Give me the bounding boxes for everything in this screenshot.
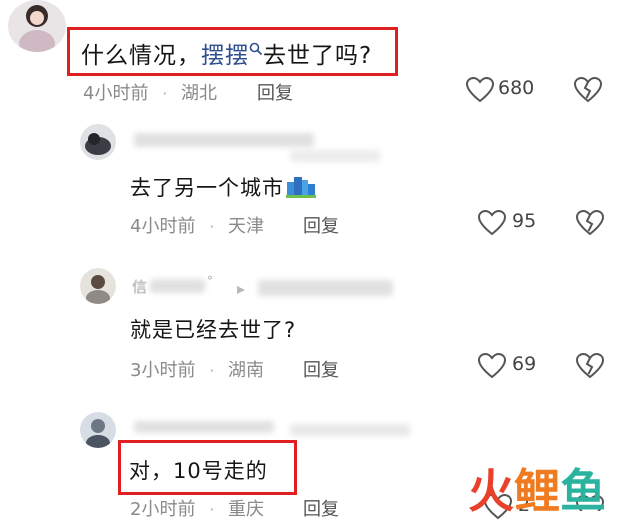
reply-button[interactable]: 回复 bbox=[257, 79, 293, 105]
broken-heart-icon bbox=[575, 209, 605, 236]
watermark-char: 鱼 bbox=[560, 464, 606, 518]
heart-icon bbox=[478, 353, 506, 379]
username-blurred bbox=[290, 424, 410, 436]
reply-button[interactable]: 回复 bbox=[303, 212, 339, 238]
profile-badge-icon: ° bbox=[207, 274, 213, 288]
comment-text: 什么情况，摆摆 去世了吗? bbox=[81, 36, 372, 70]
meta-separator: · bbox=[209, 361, 215, 380]
username-blurred bbox=[150, 279, 205, 293]
heart-icon bbox=[466, 77, 494, 103]
avatar[interactable] bbox=[8, 0, 66, 52]
dislike-button[interactable] bbox=[575, 352, 605, 379]
reply-meta: 3小时前 · 湖南 bbox=[130, 356, 264, 382]
reply-time: 4小时前 bbox=[130, 216, 196, 237]
reply-meta: 2小时前 · 重庆 bbox=[130, 495, 264, 521]
reply-button[interactable]: 回复 bbox=[303, 356, 339, 382]
username-blurred bbox=[134, 133, 314, 147]
dislike-button[interactable] bbox=[575, 209, 605, 236]
like-button[interactable]: 680 bbox=[466, 76, 566, 106]
comment-time: 4小时前 bbox=[83, 83, 149, 104]
comment-location: 湖北 bbox=[181, 83, 218, 104]
avatar[interactable] bbox=[80, 268, 116, 304]
broken-heart-icon bbox=[573, 76, 603, 103]
reply-location: 湖南 bbox=[228, 360, 265, 381]
broken-heart-icon bbox=[575, 352, 605, 379]
watermark-char: 鲤 bbox=[514, 464, 560, 518]
username-blurred bbox=[258, 280, 393, 296]
meta-separator: · bbox=[162, 84, 168, 103]
heart-icon bbox=[478, 210, 506, 236]
like-count: 69 bbox=[512, 353, 537, 375]
username-partial: 信 bbox=[132, 278, 148, 296]
avatar[interactable] bbox=[80, 412, 116, 448]
reply-text: 对，10号走的 bbox=[129, 459, 268, 483]
like-button[interactable]: 95 bbox=[478, 209, 558, 239]
like-button[interactable]: 69 bbox=[478, 352, 558, 382]
username-blurred bbox=[290, 150, 380, 162]
watermark-char: 火 bbox=[468, 464, 514, 518]
city-icon bbox=[286, 174, 316, 203]
reply-text: 去了另一个城市 bbox=[130, 172, 316, 203]
like-count: 95 bbox=[512, 210, 537, 232]
reply-location: 天津 bbox=[228, 216, 265, 237]
username-blurred bbox=[134, 421, 274, 433]
like-count: 680 bbox=[498, 77, 535, 99]
meta-separator: · bbox=[209, 217, 215, 236]
reply-time: 2小时前 bbox=[130, 499, 196, 520]
reply-location: 重庆 bbox=[228, 499, 265, 520]
play-arrow-icon bbox=[236, 280, 246, 299]
reply-time: 3小时前 bbox=[130, 360, 196, 381]
dislike-button[interactable] bbox=[573, 76, 603, 103]
meta-separator: · bbox=[209, 500, 215, 519]
search-icon[interactable] bbox=[249, 36, 263, 62]
reply-button[interactable]: 回复 bbox=[303, 495, 339, 521]
reply-text: 就是已经去世了? bbox=[130, 318, 297, 342]
reply-meta: 4小时前 · 天津 bbox=[130, 212, 264, 238]
watermark-logo: 火鲤鱼 bbox=[468, 455, 638, 518]
mention-link[interactable]: 摆摆 bbox=[201, 43, 249, 69]
avatar[interactable] bbox=[80, 124, 116, 160]
comment-meta: 4小时前 · 湖北 bbox=[83, 79, 217, 105]
